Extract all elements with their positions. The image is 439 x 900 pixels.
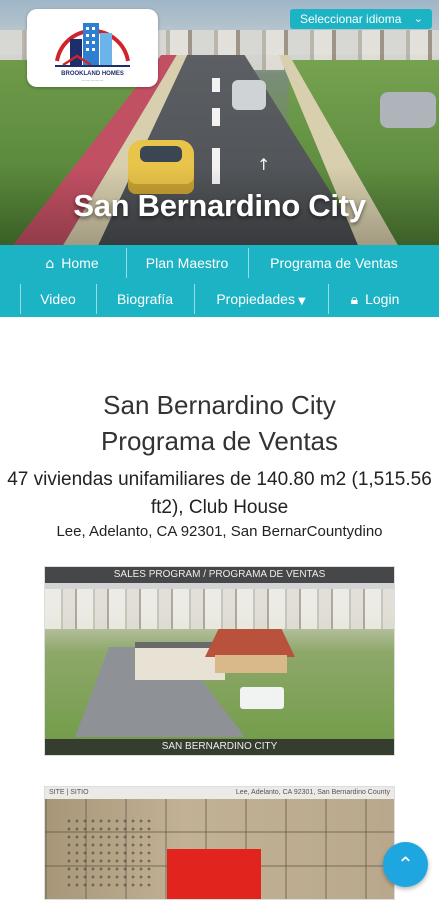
nav-item-video[interactable]: Video <box>22 281 94 317</box>
nav-item-label: Login <box>365 291 400 307</box>
render-roof <box>205 629 295 657</box>
nav-item-label: Programa de Ventas <box>270 255 398 271</box>
nav-item-label: Video <box>40 291 76 307</box>
nav-divider <box>96 284 97 314</box>
nav-item-biografia[interactable]: Biografía <box>98 281 192 317</box>
render-top-caption: SALES PROGRAM / PROGRAMA DE VENTAS <box>45 567 394 583</box>
nav-divider <box>248 248 249 278</box>
nav-item-label: Plan Maestro <box>145 255 229 271</box>
hero-banner: ↑ BROOKLAND HOMES — — — — — Seleccionar … <box>0 0 439 245</box>
chevron-down-icon: ⌄ <box>413 12 423 25</box>
page-subtitle: Programa de Ventas <box>100 426 339 456</box>
brand-logo[interactable]: BROOKLAND HOMES — — — — — <box>27 9 158 87</box>
hero-title: San Bernardino City <box>73 188 366 223</box>
project-description: 47 viviendas unifamiliares de 140.80 m2 … <box>7 469 432 518</box>
nav-item-label: Biografía <box>116 291 174 307</box>
nav-row: ⌂ Home Plan Maestro Programa de Ventas <box>0 245 439 281</box>
lane-marking <box>212 78 220 92</box>
building-logo-icon: BROOKLAND HOMES — — — — — <box>55 23 130 82</box>
render-bottom-caption: SAN BERNARDINO CITY <box>45 739 394 755</box>
caret-down-icon: ▼ <box>297 296 306 307</box>
nav-divider <box>126 248 127 278</box>
sales-program-render[interactable]: SALES PROGRAM / PROGRAMA DE VENTAS SAN B… <box>44 566 395 756</box>
lock-icon: 🔒︎ <box>350 292 359 308</box>
render-pool <box>240 687 284 709</box>
lane-marking <box>212 108 220 126</box>
nav-divider <box>194 284 195 314</box>
aerial-site-image[interactable]: SITE | SITIO Lee, Adelanto, CA 92301, Sa… <box>44 786 395 900</box>
nav-item-label: Propiedades <box>216 291 295 307</box>
nav-item-login[interactable]: 🔒︎ Login <box>330 281 420 317</box>
page-title: San Bernardino City <box>103 390 336 420</box>
language-selector[interactable]: Seleccionar idioma ⌄ <box>290 9 432 29</box>
aerial-left-caption: SITE | SITIO <box>49 789 89 796</box>
logo-tagline: BROOKLAND HOMES <box>61 71 124 77</box>
nav-divider <box>328 284 329 314</box>
home-icon: ⌂ <box>45 256 55 272</box>
hero-car <box>380 92 436 128</box>
render-building <box>215 655 287 673</box>
hero-car <box>232 80 266 110</box>
nav-divider <box>20 284 21 314</box>
nav-item-home[interactable]: ⌂ Home <box>20 245 124 281</box>
main-nav: ⌂ Home Plan Maestro Programa de Ventas Vi… <box>0 245 439 317</box>
aerial-development <box>65 817 155 887</box>
aerial-right-caption: Lee, Adelanto, CA 92301, San Bernardino … <box>235 789 390 796</box>
chevron-up-icon: ⌃ <box>397 852 414 876</box>
nav-item-propiedades[interactable]: Propiedades ▼ <box>196 281 326 317</box>
aerial-header: SITE | SITIO Lee, Adelanto, CA 92301, Sa… <box>45 787 394 799</box>
aerial-site-highlight <box>167 849 261 899</box>
nav-item-label: Home <box>61 255 99 271</box>
nav-item-plan-maestro[interactable]: Plan Maestro <box>128 245 246 281</box>
nav-item-programa-de-ventas[interactable]: Programa de Ventas <box>250 245 418 281</box>
svg-text:— — — — —: — — — — — <box>82 78 104 82</box>
nav-row: Video Biografía Propiedades ▼ 🔒︎ Login <box>0 281 439 317</box>
scroll-to-top-button[interactable]: ⌃ <box>383 842 428 887</box>
language-selector-label: Seleccionar idioma <box>300 12 402 26</box>
project-address: Lee, Adelanto, CA 92301, San BernarCount… <box>56 523 383 540</box>
render-house-rows <box>45 589 394 629</box>
